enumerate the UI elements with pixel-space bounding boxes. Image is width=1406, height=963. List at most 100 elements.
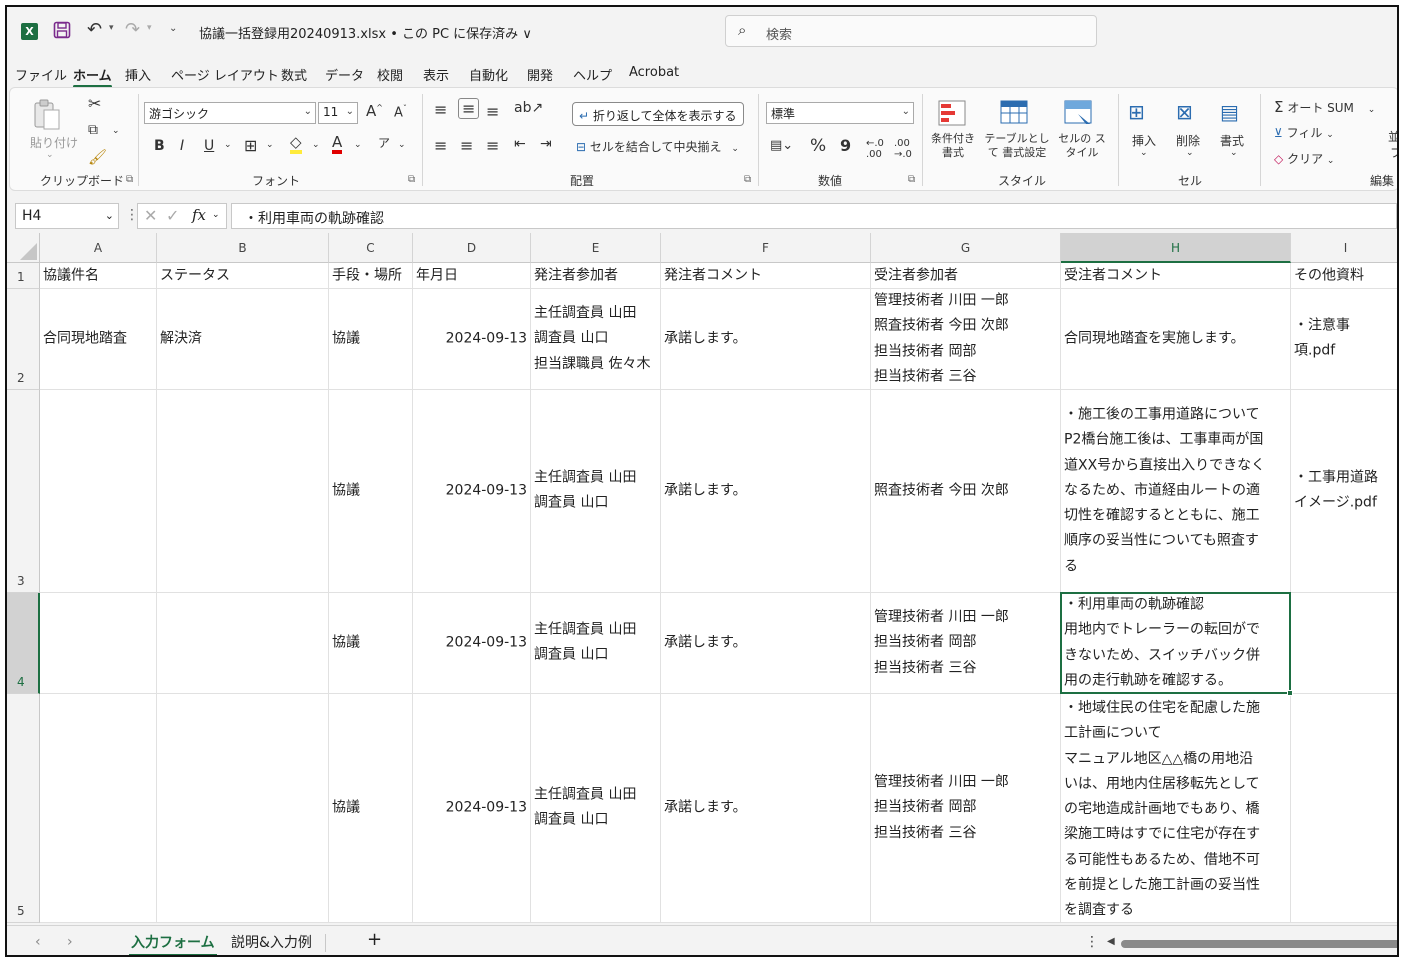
italic-icon[interactable]: I (180, 138, 184, 154)
chevron-down-icon[interactable]: ⌄ (1186, 148, 1194, 158)
cell-H2[interactable]: 合同現地踏査を実施します。 (1061, 289, 1291, 390)
cut-icon[interactable]: ✂ (88, 94, 101, 113)
fill-handle[interactable] (1287, 690, 1293, 696)
chevron-down-icon[interactable]: ⌄ (46, 150, 54, 160)
cell-B2[interactable]: 解決済 (157, 289, 329, 390)
cell-A4[interactable] (40, 593, 157, 694)
cell-styles-button[interactable]: セルの スタイル (1054, 132, 1110, 160)
row-header[interactable]: 3 (7, 390, 40, 593)
cell-F1[interactable]: 発注者コメント (661, 263, 871, 289)
menu-tab[interactable]: データ (325, 65, 364, 84)
horizontal-scrollbar[interactable] (1121, 940, 1397, 948)
cell-E2[interactable]: 主任調査員 山田 調査員 山口 担当課職員 佐々木 (531, 289, 661, 390)
find-select-button[interactable]: フ (1390, 144, 1397, 161)
dialog-launcher-icon[interactable]: ⧉ (126, 174, 133, 185)
percent-button[interactable]: % (810, 136, 826, 156)
save-icon[interactable] (53, 21, 71, 39)
delete-cells-button[interactable]: 削除 (1176, 132, 1200, 149)
cell-G1[interactable]: 受注者参加者 (871, 263, 1061, 289)
cell-C4[interactable]: 協議 (329, 593, 413, 694)
increase-indent-icon[interactable]: ⇥ (540, 136, 552, 152)
format-as-table-icon[interactable] (1000, 100, 1030, 130)
phonetic-icon[interactable]: ア (378, 134, 390, 151)
row-header[interactable]: 2 (7, 289, 40, 390)
cell-I3[interactable]: ・工事用道路 イメージ.pdf (1291, 390, 1397, 593)
cell-F4[interactable]: 承諾します。 (661, 593, 871, 694)
menu-tab[interactable]: ヘルプ (573, 65, 612, 84)
menu-tab[interactable]: 校閲 (377, 65, 403, 84)
cell-E5[interactable]: 主任調査員 山田 調査員 山口 (531, 694, 661, 923)
column-header[interactable]: B (157, 233, 329, 263)
redo-icon[interactable]: ↷ (125, 19, 140, 40)
sort-filter-button[interactable]: 並 (1388, 128, 1397, 145)
cell-E4[interactable]: 主任調査員 山田 調査員 山口 (531, 593, 661, 694)
chevron-down-icon[interactable]: ⌄ (112, 126, 120, 136)
sheet-tab[interactable]: 入力フォーム (129, 932, 217, 955)
align-middle-icon[interactable]: ≡ (458, 98, 480, 119)
cell-D2[interactable]: 2024-09-13 (413, 289, 531, 390)
cell-F5[interactable]: 承諾します。 (661, 694, 871, 923)
cell-D5[interactable]: 2024-09-13 (413, 694, 531, 923)
fill-button[interactable]: ⊻ フィル ⌄ (1274, 124, 1334, 141)
cell-A1[interactable]: 協議件名 (40, 263, 157, 289)
font-name-select[interactable]: 游ゴシック ⌄ (144, 102, 316, 124)
menu-tab[interactable]: ページ レイアウト (171, 65, 279, 84)
cell-D1[interactable]: 年月日 (413, 263, 531, 289)
cell-H4[interactable]: ・利用車両の軌跡確認 用地内でトレーラーの転回がで きないため、スイッチバック併… (1061, 593, 1291, 694)
align-left-icon[interactable]: ≡ (434, 136, 447, 155)
cell-I5[interactable] (1291, 694, 1397, 923)
cell-H1[interactable]: 受注者コメント (1061, 263, 1291, 289)
cell-H5[interactable]: ・地域住民の住宅を配慮した施 工計画について マニュアル地区△△橋の用地沿 いは… (1061, 694, 1291, 923)
wrap-text-button[interactable]: ↵ 折り返して全体を表示する (572, 102, 744, 126)
column-header[interactable]: E (531, 233, 661, 263)
cell-A2[interactable]: 合同現地踏査 (40, 289, 157, 390)
chevron-down-icon[interactable]: ⌄ (398, 140, 406, 150)
prev-sheet-icon[interactable]: ‹ (35, 934, 41, 950)
conditional-format-icon[interactable] (938, 100, 966, 130)
cell-D3[interactable]: 2024-09-13 (413, 390, 531, 593)
column-header[interactable]: H (1061, 233, 1291, 263)
align-top-icon[interactable]: ≡ (434, 100, 447, 119)
select-all-corner[interactable] (7, 233, 40, 263)
number-format-select[interactable]: 標準 ⌄ (766, 102, 914, 124)
cell-E3[interactable]: 主任調査員 山田 調査員 山口 (531, 390, 661, 593)
cell-D4[interactable]: 2024-09-13 (413, 593, 531, 694)
insert-cells-button[interactable]: 挿入 (1132, 132, 1156, 149)
insert-function-button[interactable]: fx (192, 206, 206, 224)
cell-F3[interactable]: 承諾します。 (661, 390, 871, 593)
next-sheet-icon[interactable]: › (67, 934, 73, 950)
cell-G5[interactable]: 管理技術者 川田 一郎 担当技術者 岡部 担当技術者 三谷 (871, 694, 1061, 923)
cell-C3[interactable]: 協議 (329, 390, 413, 593)
cell-G4[interactable]: 管理技術者 川田 一郎 担当技術者 岡部 担当技術者 三谷 (871, 593, 1061, 694)
chevron-down-icon[interactable]: ▾ (109, 23, 114, 33)
chevron-down-icon[interactable]: ▾ (147, 23, 152, 33)
insert-cells-icon[interactable]: ⊞ (1128, 100, 1145, 124)
borders-icon[interactable]: ⊞ (244, 136, 257, 155)
menu-tab[interactable]: 自動化 (469, 65, 508, 84)
menu-tab[interactable]: 開発 (527, 65, 553, 84)
cell-B1[interactable]: ステータス (157, 263, 329, 289)
clear-button[interactable]: ◇ クリア ⌄ (1274, 150, 1334, 167)
fill-color-icon[interactable]: ◇ (290, 134, 302, 154)
undo-icon[interactable]: ↶ (87, 19, 102, 40)
menu-tab[interactable]: 数式 (281, 65, 307, 84)
comma-button[interactable]: 9 (840, 136, 851, 155)
cancel-icon[interactable]: ✕ (144, 206, 157, 225)
menu-tab[interactable]: ホーム (73, 65, 112, 88)
font-color-icon[interactable]: A (332, 134, 343, 154)
decrease-indent-icon[interactable]: ⇤ (514, 136, 526, 152)
chevron-down-icon[interactable]: ⌄ (1230, 148, 1238, 158)
orientation-icon[interactable]: ab↗ (514, 100, 543, 116)
scroll-left-icon[interactable]: ◀ (1107, 936, 1115, 947)
menu-tab[interactable]: 表示 (423, 65, 449, 84)
cell-G3[interactable]: 照査技術者 今田 次郎 (871, 390, 1061, 593)
paste-icon[interactable] (32, 98, 62, 132)
align-bottom-icon[interactable]: ≡ (486, 102, 499, 121)
customize-quick-access-icon[interactable]: ⌄ (169, 23, 177, 34)
cell-G2[interactable]: 管理技術者 川田 一郎 照査技術者 今田 次郎 担当技術者 岡部 担当技術者 三… (871, 289, 1061, 390)
chevron-down-icon[interactable]: ⌄ (1140, 148, 1148, 158)
enter-icon[interactable]: ✓ (166, 206, 179, 225)
dialog-launcher-icon[interactable]: ⧉ (908, 174, 915, 185)
align-right-icon[interactable]: ≡ (486, 136, 499, 155)
dialog-launcher-icon[interactable]: ⧉ (408, 174, 415, 185)
